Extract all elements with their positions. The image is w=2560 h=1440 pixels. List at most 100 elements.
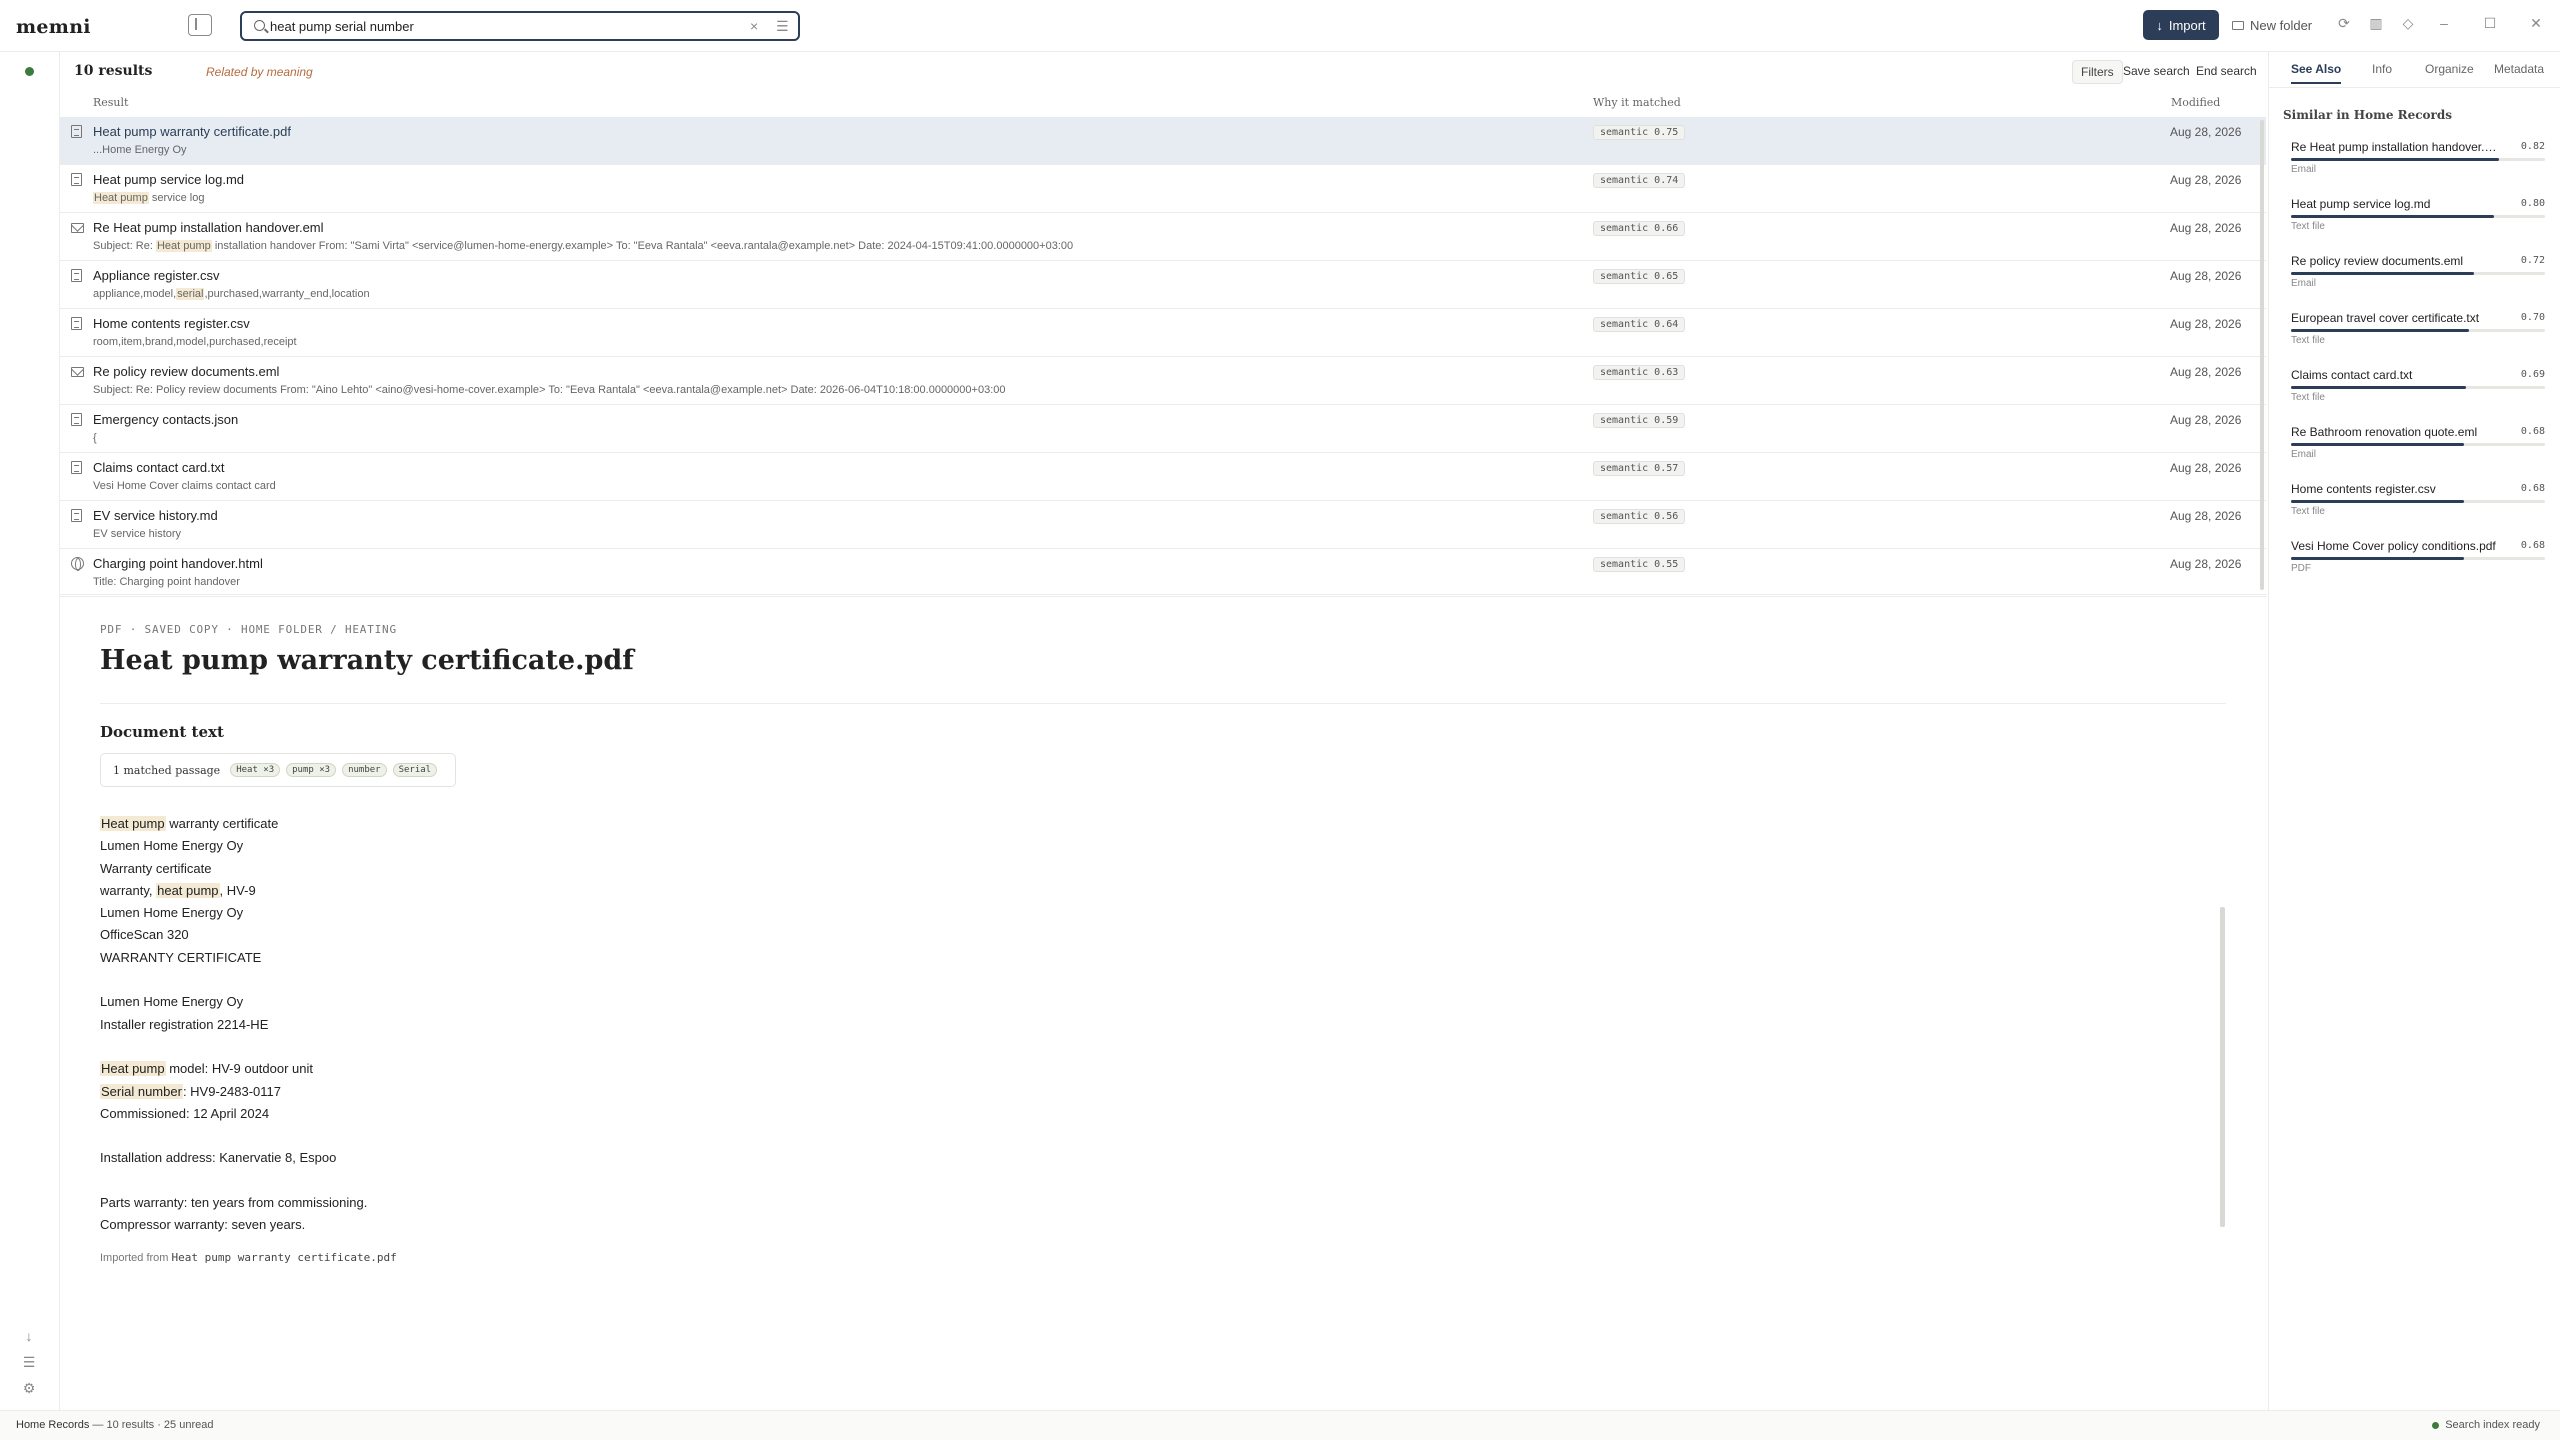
matched-passage-box[interactable]: 1 matched passage Heat ×3 pump ×3 number Se… [100, 753, 456, 787]
search-options-icon[interactable]: ☰ [776, 18, 789, 35]
tab-see-also[interactable]: See Also [2291, 62, 2342, 84]
similar-title[interactable]: Re Heat pump installation handover.eml [2291, 140, 2501, 154]
end-search-button[interactable]: End search [2196, 64, 2257, 78]
index-status-text: Search index ready [2445, 1419, 2540, 1431]
table-row[interactable]: Appliance register.csv appliance,model,se… [60, 261, 2266, 309]
list-item[interactable]: Home contents register.csv 0.68 Text file [2291, 482, 2545, 539]
text-segment: warranty certificate [165, 816, 279, 831]
result-title[interactable]: Heat pump service log.md [93, 172, 244, 187]
similar-title[interactable]: European travel cover certificate.txt [2291, 311, 2501, 325]
tabs-divider [2269, 87, 2560, 88]
tag-icon[interactable]: ◇ [2401, 16, 2415, 30]
similar-title[interactable]: Vesi Home Cover policy conditions.pdf [2291, 539, 2501, 553]
match-badge: semantic 0.64 [1593, 317, 1686, 332]
results-scrollbar[interactable] [2260, 120, 2264, 590]
result-title[interactable]: Emergency contacts.json [93, 412, 238, 427]
table-row[interactable]: Charging point handover.html Title: Charg… [60, 549, 2266, 597]
match-badge: semantic 0.75 [1593, 125, 1686, 140]
result-title[interactable]: Appliance register.csv [93, 268, 219, 283]
result-title[interactable]: Re policy review documents.eml [93, 364, 279, 379]
result-title[interactable]: Re Heat pump installation handover.eml [93, 220, 324, 235]
similarity-bar-track [2291, 215, 2545, 218]
column-header-result[interactable]: Result [93, 96, 128, 109]
term-chip[interactable]: Serial [392, 763, 438, 777]
similarity-bar [2291, 158, 2500, 161]
list-item[interactable]: Re policy review documents.eml 0.72 Email [2291, 254, 2545, 311]
preview-scrollbar[interactable] [2220, 907, 2225, 1227]
result-title[interactable]: Heat pump warranty certificate.pdf [93, 124, 291, 139]
result-snippet: EV service history [93, 528, 181, 540]
similar-title[interactable]: Home contents register.csv [2291, 482, 2501, 496]
column-header-modified[interactable]: Modified [2171, 96, 2220, 109]
settings-icon[interactable]: ⚙ [20, 1380, 38, 1397]
table-row[interactable]: Heat pump warranty certificate.pdf ...Hom… [60, 117, 2266, 165]
similar-title[interactable]: Re Bathroom renovation quote.eml [2291, 425, 2501, 439]
text-line: Parts warranty: ten years from commissio… [100, 1192, 367, 1214]
text-segment: model: HV-9 outdoor unit [165, 1061, 314, 1077]
similarity-bar [2291, 500, 2464, 503]
similar-title[interactable]: Claims contact card.txt [2291, 368, 2501, 382]
sidebar-toggle-icon[interactable] [188, 14, 212, 36]
result-title[interactable]: Charging point handover.html [93, 556, 263, 571]
document-icon [71, 509, 82, 522]
minimize-icon[interactable]: – [2437, 16, 2451, 30]
maximize-icon[interactable]: ☐ [2483, 16, 2497, 30]
text-segment: warranty, [100, 882, 157, 898]
save-search-button[interactable]: Save search [2123, 64, 2190, 78]
close-window-icon[interactable]: ✕ [2529, 16, 2543, 30]
similarity-bar [2291, 386, 2467, 389]
table-row[interactable]: Claims contact card.txt Vesi Home Cover c… [60, 453, 2266, 501]
table-row[interactable]: Re policy review documents.eml Subject: R… [60, 357, 2266, 405]
list-item[interactable]: Vesi Home Cover policy conditions.pdf 0.6… [2291, 539, 2545, 596]
table-row[interactable]: EV service history.md EV service history s… [60, 501, 2266, 549]
download-icon[interactable]: ↓ [20, 1328, 38, 1344]
table-row[interactable]: Emergency contacts.json {semantic 0.59 Aug… [60, 405, 2266, 453]
list-item[interactable]: Re Heat pump installation handover.eml 0.… [2291, 140, 2545, 197]
new-folder-button[interactable]: New folder [2232, 10, 2312, 40]
table-row[interactable]: Re Heat pump installation handover.eml Su… [60, 213, 2266, 261]
search-input[interactable] [270, 17, 710, 35]
clear-search-icon[interactable]: × [750, 18, 758, 34]
result-title[interactable]: EV service history.md [93, 508, 218, 523]
similar-score: 0.69 [2520, 369, 2545, 380]
tab-info[interactable]: Info [2372, 62, 2392, 76]
list-item[interactable]: Heat pump service log.md 0.80 Text file [2291, 197, 2545, 254]
import-button[interactable]: ↓ Import [2143, 10, 2219, 40]
list-item[interactable]: Re Bathroom renovation quote.eml 0.68 Emai… [2291, 425, 2545, 482]
column-header-why[interactable]: Why it matched [1593, 96, 1681, 109]
similar-title[interactable]: Heat pump service log.md [2291, 197, 2501, 211]
snippet-text: ,purchased,warranty_end,location [204, 288, 370, 300]
document-icon [71, 269, 82, 282]
similarity-bar-track [2291, 272, 2545, 275]
result-snippet: Title: Charging point handover [93, 576, 240, 588]
status-summary: Home Records — 10 results · 25 unread [16, 1419, 213, 1431]
database-icon[interactable]: ☰ [20, 1354, 38, 1371]
document-icon [71, 461, 82, 474]
similar-score: 0.72 [2520, 255, 2545, 266]
term-chip[interactable]: pump ×3 [286, 763, 337, 777]
table-row[interactable]: Heat pump service log.md Heat pump servic… [60, 165, 2266, 213]
text-line: Heat pump model: HV-9 outdoor unit [100, 1058, 367, 1080]
sync-icon[interactable]: ⟳ [2337, 16, 2351, 30]
search-box[interactable]: × ☰ [240, 11, 800, 41]
text-segment: Lumen Home Energy Oy [100, 994, 244, 1010]
library-name[interactable]: Home Records [16, 1419, 89, 1431]
table-row[interactable]: Home contents register.csv room,item,bran… [60, 309, 2266, 357]
snippet-highlight: Heat pump [93, 192, 149, 204]
similar-type: Email [2291, 164, 2317, 175]
panel-toggle-icon[interactable]: ▥ [2369, 16, 2383, 30]
similar-score: 0.68 [2520, 483, 2545, 494]
result-title[interactable]: Home contents register.csv [93, 316, 250, 331]
list-item[interactable]: Claims contact card.txt 0.69 Text file [2291, 368, 2545, 425]
similar-title[interactable]: Re policy review documents.eml [2291, 254, 2501, 268]
tab-organize[interactable]: Organize [2425, 62, 2474, 76]
list-item[interactable]: European travel cover certificate.txt 0.7… [2291, 311, 2545, 368]
tab-metadata[interactable]: Metadata [2494, 62, 2544, 76]
result-snippet: Subject: Re: Policy review documents Fro… [93, 384, 1005, 396]
filters-button[interactable]: Filters [2072, 60, 2123, 84]
term-chip[interactable]: Heat ×3 [230, 763, 281, 777]
result-title[interactable]: Claims contact card.txt [93, 460, 225, 475]
modified-date: Aug 28, 2026 [2170, 221, 2242, 235]
similar-score: 0.70 [2520, 312, 2545, 323]
term-chip[interactable]: number [342, 763, 387, 777]
